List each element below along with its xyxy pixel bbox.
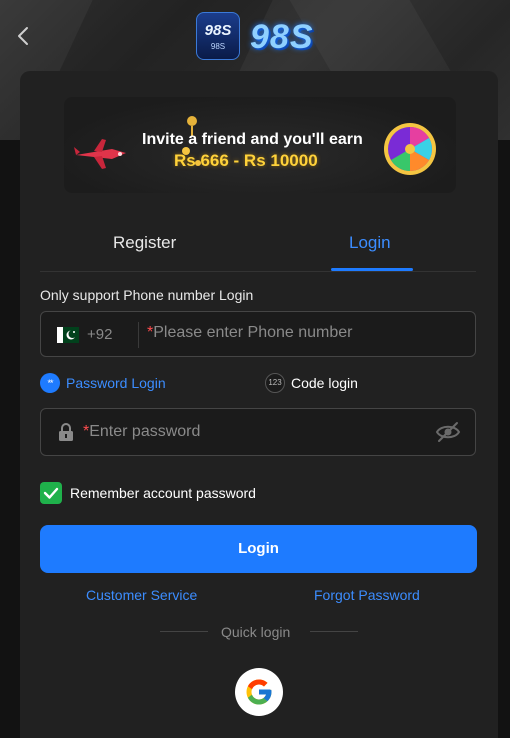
country-code[interactable]: +92 bbox=[87, 326, 112, 343]
code-login-label: Code login bbox=[291, 375, 358, 391]
password-field[interactable]: *Enter password bbox=[40, 408, 476, 456]
google-icon bbox=[246, 679, 272, 705]
app-logo-badge: 98S 98S bbox=[196, 12, 240, 60]
banner-headline: Invite a friend and you'll earn bbox=[142, 131, 363, 148]
field-divider bbox=[138, 322, 139, 348]
prize-wheel-icon bbox=[384, 123, 436, 175]
pakistan-flag-icon bbox=[57, 327, 79, 343]
active-tab-indicator bbox=[331, 268, 413, 271]
remember-label: Remember account password bbox=[70, 485, 256, 501]
tab-login[interactable]: Login bbox=[349, 233, 391, 253]
logo-badge-text: 98S bbox=[204, 22, 232, 39]
lock-icon bbox=[59, 423, 73, 441]
password-mode-icon: ** bbox=[40, 373, 60, 393]
banner-reward: Rs 666 - Rs 10000 bbox=[174, 151, 318, 170]
eye-off-icon[interactable] bbox=[435, 421, 461, 443]
tab-register[interactable]: Register bbox=[113, 233, 176, 253]
back-button[interactable] bbox=[12, 24, 36, 48]
quick-login-divider-right bbox=[310, 631, 358, 632]
checkbox[interactable] bbox=[40, 482, 62, 504]
login-hint: Only support Phone number Login bbox=[40, 287, 254, 303]
login-panel: Invite a friend and you'll earn Rs 666 -… bbox=[20, 71, 498, 738]
chevron-left-icon bbox=[18, 27, 28, 45]
password-input[interactable]: *Enter password bbox=[83, 423, 200, 441]
app-logo-text: 98S bbox=[250, 18, 314, 56]
logo-badge-subtext: 98S bbox=[210, 42, 226, 51]
phone-field[interactable]: +92 *Please enter Phone number bbox=[40, 311, 476, 357]
phone-placeholder: Please enter Phone number bbox=[153, 324, 353, 341]
google-login-button[interactable] bbox=[235, 668, 283, 716]
quick-login-label: Quick login bbox=[221, 624, 291, 640]
forgot-password-link[interactable]: Forgot Password bbox=[314, 587, 420, 603]
password-login-label: Password Login bbox=[66, 375, 166, 391]
password-placeholder: Enter password bbox=[89, 423, 201, 440]
login-button[interactable]: Login bbox=[40, 525, 477, 573]
phone-input[interactable]: *Please enter Phone number bbox=[147, 324, 352, 342]
check-icon bbox=[43, 487, 59, 499]
quick-login-divider-left bbox=[160, 631, 208, 632]
customer-service-link[interactable]: Customer Service bbox=[86, 587, 197, 603]
plane-icon bbox=[74, 139, 126, 169]
code-mode-icon: 123 bbox=[265, 373, 285, 393]
auth-tabs: Register Login bbox=[40, 221, 476, 272]
invite-banner[interactable]: Invite a friend and you'll earn Rs 666 -… bbox=[64, 97, 456, 193]
